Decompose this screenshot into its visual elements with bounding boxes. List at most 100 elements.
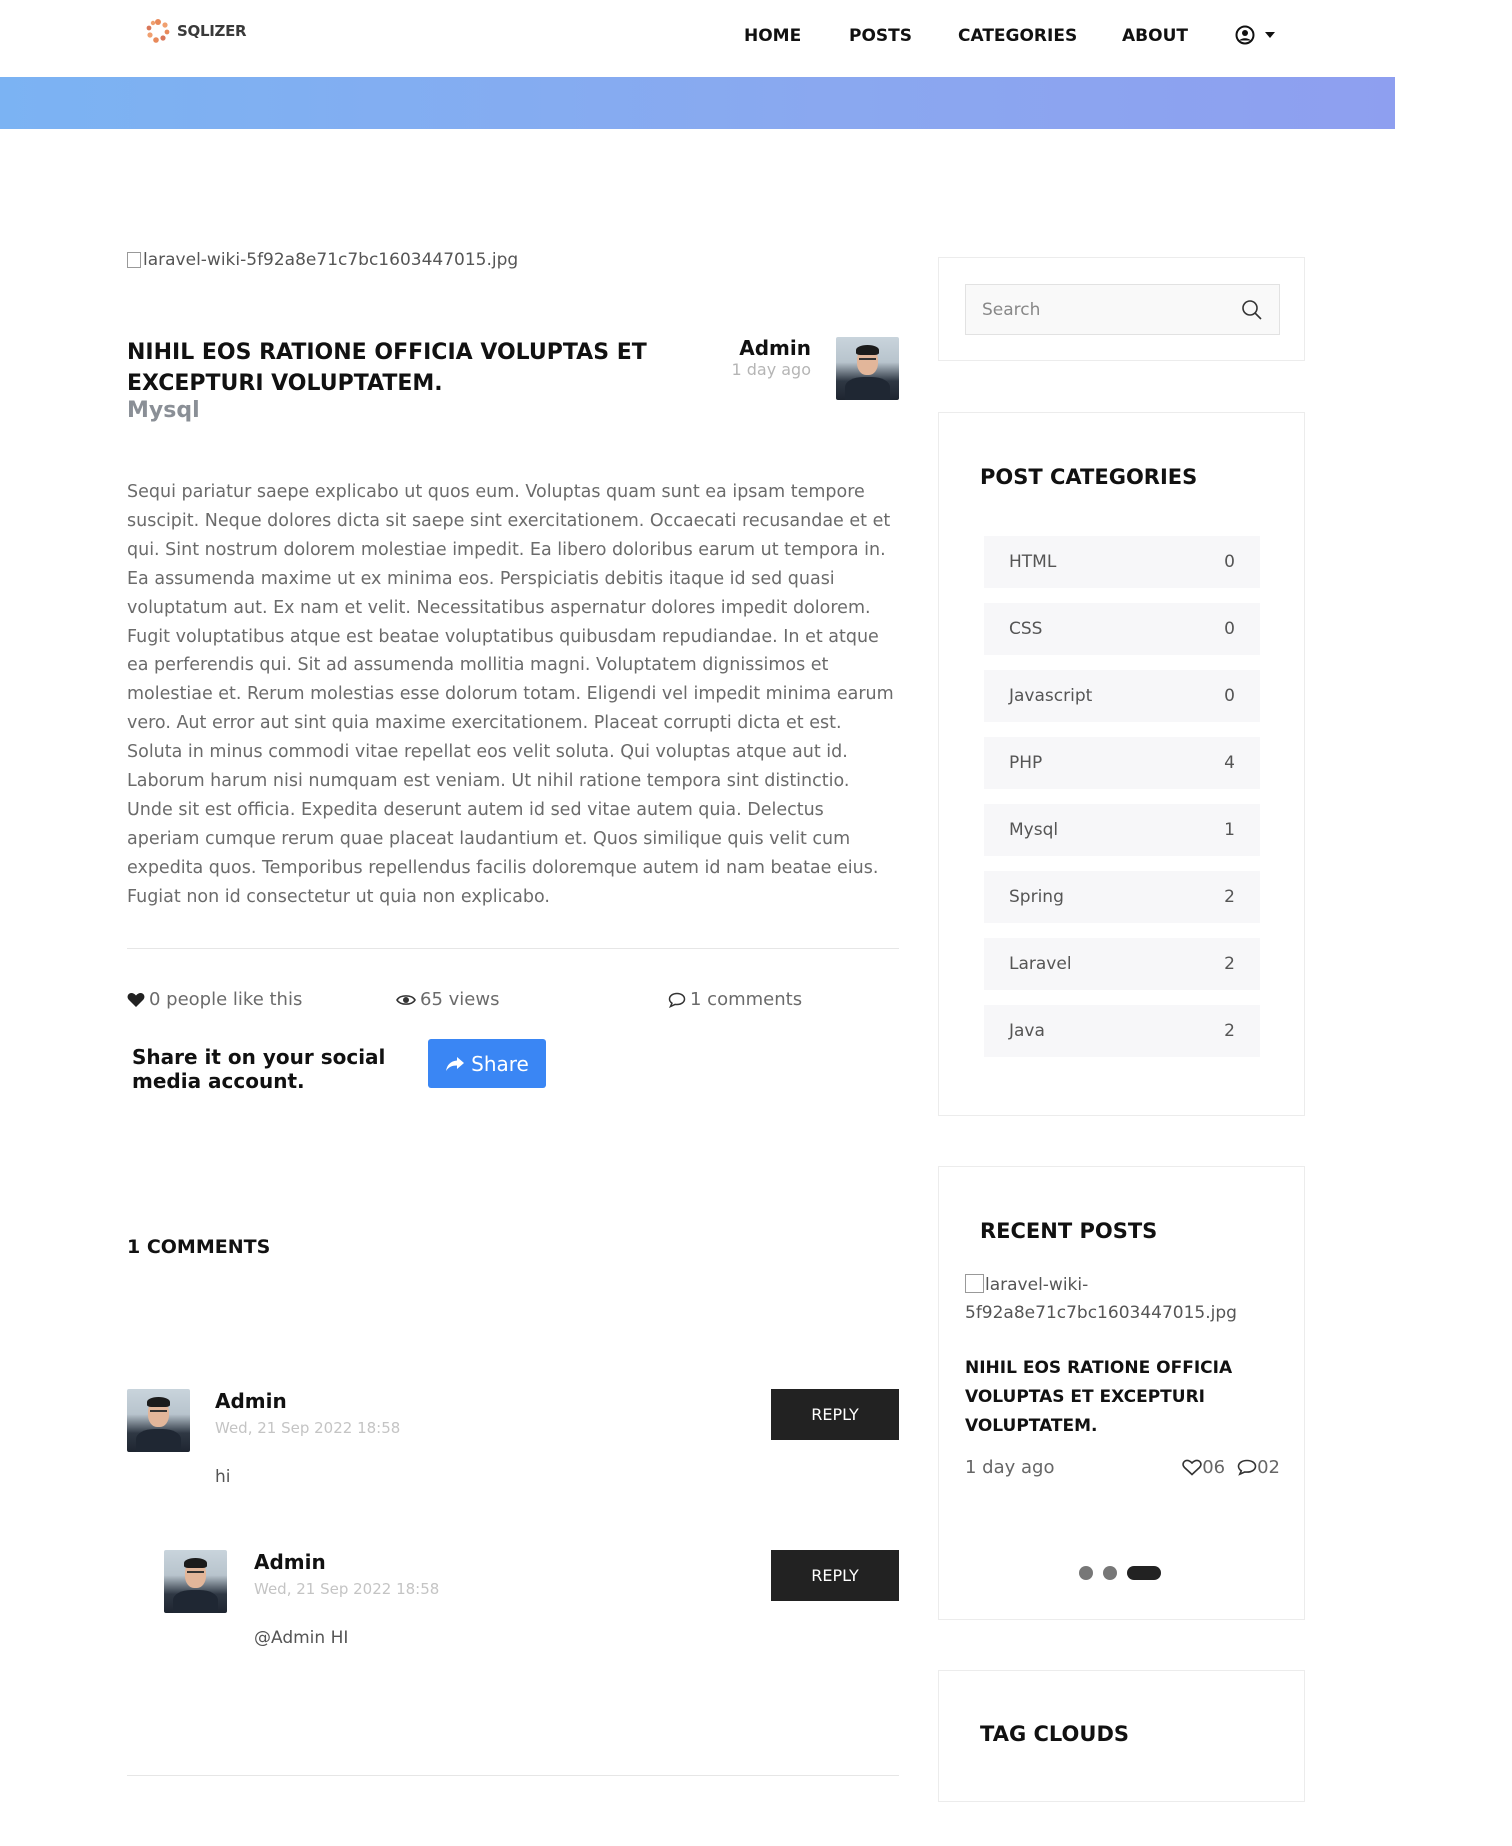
likes-text: 0 people like this xyxy=(149,989,303,1010)
logo-text: SQLIZER xyxy=(177,22,247,40)
eye-icon xyxy=(396,994,416,1005)
post-category[interactable]: Mysql xyxy=(127,398,200,423)
heart-outline-icon xyxy=(1182,1459,1202,1476)
comments-text: 1 comments xyxy=(690,989,803,1010)
recent-post-time: 1 day ago xyxy=(965,1457,1055,1478)
nav-about[interactable]: ABOUT xyxy=(1122,26,1188,46)
site-logo[interactable]: SQLIZER xyxy=(143,16,247,46)
commenter-avatar xyxy=(164,1550,227,1613)
post-image-alt: laravel-wiki-5f92a8e71c7bc1603447015.jpg xyxy=(143,250,519,270)
reply-button[interactable]: REPLY xyxy=(771,1389,899,1440)
search-icon[interactable] xyxy=(1241,299,1263,321)
category-name: Spring xyxy=(1009,887,1064,907)
category-item-spring[interactable]: Spring 2 xyxy=(984,871,1260,923)
recent-posts-title: RECENT POSTS xyxy=(980,1219,1158,1243)
comment-date: Wed, 21 Sep 2022 18:58 xyxy=(215,1419,401,1437)
broken-image-icon xyxy=(127,252,141,268)
share-arrow-icon xyxy=(446,1056,465,1071)
page-banner xyxy=(0,77,1395,129)
reply-button[interactable]: REPLY xyxy=(771,1550,899,1601)
comment-item: Admin Wed, 21 Sep 2022 18:58 hi REPLY xyxy=(127,1389,899,1499)
comment-text: hi xyxy=(215,1467,231,1487)
recent-post-comments[interactable]: 02 xyxy=(1237,1457,1280,1478)
recent-posts-widget: RECENT POSTS laravel-wiki-5f92a8e71c7bc1… xyxy=(938,1166,1305,1620)
author-avatar[interactable] xyxy=(836,337,899,400)
share-prompt: Share it on your social media account. xyxy=(132,1045,386,1093)
category-count: 1 xyxy=(1224,820,1235,840)
category-count: 2 xyxy=(1224,887,1235,907)
categories-widget: POST CATEGORIES HTML 0 CSS 0 Javascript 0 P… xyxy=(938,412,1305,1116)
recent-post-image[interactable]: laravel-wiki-5f92a8e71c7bc1603447015.jpg xyxy=(965,1271,1255,1327)
category-name: Java xyxy=(1009,1021,1045,1041)
post-body: Sequi pariatur saepe explicabo ut quos e… xyxy=(127,482,894,907)
user-menu[interactable] xyxy=(1235,25,1275,45)
author-name[interactable]: Admin xyxy=(731,336,811,360)
likes-stat[interactable]: 0 people like this xyxy=(127,989,302,1010)
heart-icon xyxy=(127,992,145,1007)
category-count: 0 xyxy=(1224,686,1235,706)
recent-post-title[interactable]: NIHIL EOS RATIONE OFFICIA VOLUPTAS ET EX… xyxy=(965,1354,1265,1441)
comment-icon xyxy=(668,992,686,1008)
broken-image-icon xyxy=(965,1274,984,1293)
category-name: PHP xyxy=(1009,753,1043,773)
category-count: 4 xyxy=(1224,753,1235,773)
recent-post-likes[interactable]: 06 xyxy=(1182,1457,1225,1478)
category-item-html[interactable]: HTML 0 xyxy=(984,536,1260,588)
comment-icon xyxy=(1237,1459,1257,1476)
carousel-dot[interactable] xyxy=(1079,1566,1093,1580)
categories-title: POST CATEGORIES xyxy=(980,465,1198,489)
comments-stat[interactable]: 1 comments xyxy=(668,989,802,1010)
comment-date: Wed, 21 Sep 2022 18:58 xyxy=(254,1580,440,1598)
recent-post-likes-count: 06 xyxy=(1202,1457,1226,1478)
user-circle-icon xyxy=(1235,25,1255,45)
share-label: Share xyxy=(471,1051,529,1076)
divider xyxy=(127,1775,899,1776)
category-count: 2 xyxy=(1224,1021,1235,1041)
carousel-dots xyxy=(1079,1566,1161,1580)
category-name: Javascript xyxy=(1009,686,1093,706)
comment-text: @Admin HI xyxy=(254,1628,349,1648)
commenter-name: Admin xyxy=(254,1550,326,1574)
nav-categories[interactable]: CATEGORIES xyxy=(958,26,1077,46)
post-image: laravel-wiki-5f92a8e71c7bc1603447015.jpg xyxy=(127,250,899,270)
search-widget xyxy=(938,257,1305,361)
tag-clouds-widget: TAG CLOUDS xyxy=(938,1670,1305,1802)
post-author-block: Admin 1 day ago xyxy=(731,336,811,379)
carousel-dot[interactable] xyxy=(1103,1566,1117,1580)
recent-post-comments-count: 02 xyxy=(1257,1457,1280,1478)
category-item-laravel[interactable]: Laravel 2 xyxy=(984,938,1260,990)
category-count: 0 xyxy=(1224,552,1235,572)
tag-clouds-title: TAG CLOUDS xyxy=(980,1722,1129,1746)
commenter-name: Admin xyxy=(215,1389,287,1413)
site-header: SQLIZER HOME POSTS CATEGORIES ABOUT xyxy=(0,0,1395,77)
divider xyxy=(127,948,899,949)
category-item-php[interactable]: PHP 4 xyxy=(984,737,1260,789)
category-name: CSS xyxy=(1009,619,1043,639)
category-item-css[interactable]: CSS 0 xyxy=(984,603,1260,655)
views-text: 65 views xyxy=(420,989,500,1010)
comment-reply-item: Admin Wed, 21 Sep 2022 18:58 @Admin HI R… xyxy=(164,1550,899,1660)
recent-post-image-alt: laravel-wiki-5f92a8e71c7bc1603447015.jpg xyxy=(965,1275,1237,1323)
commenter-avatar xyxy=(127,1389,190,1452)
search-box xyxy=(965,284,1280,335)
search-input[interactable] xyxy=(982,299,1241,320)
recent-post-meta: 1 day ago 06 02 xyxy=(965,1457,1280,1478)
category-name: Mysql xyxy=(1009,820,1059,840)
nav-posts[interactable]: POSTS xyxy=(849,26,912,46)
category-item-mysql[interactable]: Mysql 1 xyxy=(984,804,1260,856)
comments-title: 1 COMMENTS xyxy=(127,1236,271,1258)
carousel-dot-active[interactable] xyxy=(1127,1566,1161,1580)
post-time: 1 day ago xyxy=(731,360,811,379)
category-item-javascript[interactable]: Javascript 0 xyxy=(984,670,1260,722)
category-item-java[interactable]: Java 2 xyxy=(984,1005,1260,1057)
views-stat: 65 views xyxy=(396,989,499,1010)
logo-icon xyxy=(146,19,170,43)
share-button[interactable]: Share xyxy=(428,1039,546,1088)
category-name: Laravel xyxy=(1009,954,1072,974)
post-article: laravel-wiki-5f92a8e71c7bc1603447015.jpg… xyxy=(127,250,899,1776)
nav-home[interactable]: HOME xyxy=(744,26,801,46)
category-count: 2 xyxy=(1224,954,1235,974)
category-name: HTML xyxy=(1009,552,1057,572)
category-count: 0 xyxy=(1224,619,1235,639)
post-title: NIHIL EOS RATIONE OFFICIA VOLUPTAS ET EX… xyxy=(127,340,647,396)
